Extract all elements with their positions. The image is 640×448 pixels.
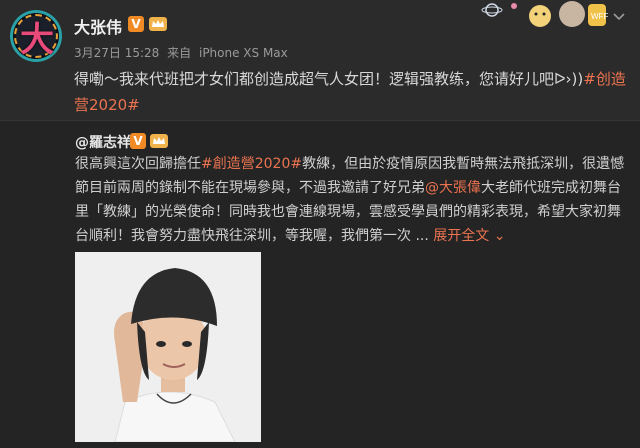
repost-card: @羅志祥 V 很高興這次回歸擔任#創造營2020#教練，但由於疫情原因我暫時無法…	[0, 120, 640, 448]
repost-text-part1: 很高興這次回歸擔任	[75, 156, 201, 172]
repost-mention[interactable]: @大張偉	[425, 180, 481, 196]
post-device: iPhone XS Max	[198, 46, 288, 60]
avatar-logo: 大	[20, 19, 54, 60]
avatar[interactable]: 大	[10, 10, 62, 62]
repost-text: 很高興這次回歸擔任#創造營2020#教練，但由於疫情原因我暫時無法飛抵深圳，很遺…	[75, 152, 625, 248]
verified-badge: V	[128, 16, 144, 32]
weibo-post: 大 大张伟 V 3月27日 15:28 来自 iPhone XS Max 得嘞～…	[0, 0, 640, 120]
audio-icon: ᐅ›))	[554, 70, 584, 88]
post-meta: 3月27日 15:28 来自 iPhone XS Max	[74, 44, 292, 61]
expand-label: 展开全文	[433, 228, 490, 244]
chevron-down-icon[interactable]	[612, 10, 626, 24]
post-content: 得嘞～我来代班把才女们都创造成超气人女团！逻辑强教练，您请好儿吧ᐅ›))#创造营…	[74, 66, 630, 118]
repost-hashtag[interactable]: #創造營2020#	[201, 156, 302, 172]
decoration-sticker: WFF	[481, 1, 608, 27]
expand-button[interactable]: 展开全文 ⌄	[433, 228, 505, 244]
repost-verified-badge: V	[130, 133, 146, 149]
post-source-prefix: 来自	[167, 46, 192, 60]
repost-crown-icon	[150, 134, 168, 148]
crown-icon	[149, 17, 167, 31]
photo-man-beanie[interactable]	[75, 252, 261, 442]
photo-illustration	[75, 252, 261, 442]
repost-username[interactable]: @羅志祥	[75, 132, 131, 152]
svg-text:WFF: WFF	[591, 12, 608, 21]
post-date[interactable]: 3月27日 15:28	[74, 46, 159, 60]
post-username[interactable]: 大张伟	[74, 14, 122, 38]
post-text: 得嘞～我来代班把才女们都创造成超气人女团！逻辑强教练，您请好儿吧	[74, 70, 555, 88]
